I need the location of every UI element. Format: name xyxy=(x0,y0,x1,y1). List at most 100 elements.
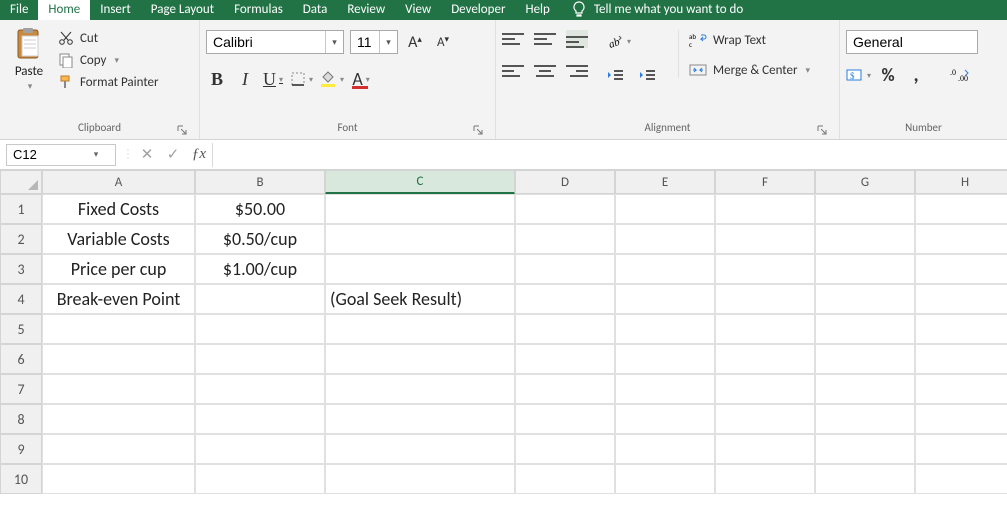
column-header[interactable]: H xyxy=(915,170,1007,194)
cell[interactable]: Variable Costs xyxy=(42,224,195,254)
border-button[interactable]: ▾ xyxy=(290,68,313,90)
cell[interactable]: $50.00 xyxy=(195,194,325,224)
cell[interactable] xyxy=(715,344,815,374)
font-color-button[interactable]: A ▾ xyxy=(350,68,372,90)
cell[interactable] xyxy=(615,254,715,284)
enter-formula-button[interactable]: ✓ xyxy=(160,144,186,166)
row-header[interactable]: 10 xyxy=(0,464,42,494)
cut-button[interactable]: Cut xyxy=(58,30,159,46)
cell[interactable]: $1.00/cup xyxy=(195,254,325,284)
cell[interactable] xyxy=(515,374,615,404)
font-size-combo[interactable]: ▾ xyxy=(350,30,398,54)
cell[interactable] xyxy=(915,464,1007,494)
font-size-input[interactable] xyxy=(351,31,379,53)
cell[interactable] xyxy=(325,464,515,494)
cell[interactable] xyxy=(715,194,815,224)
chevron-down-icon[interactable]: ▾ xyxy=(28,81,33,92)
cell[interactable] xyxy=(325,374,515,404)
cell[interactable] xyxy=(815,404,915,434)
cell[interactable] xyxy=(515,194,615,224)
cell[interactable] xyxy=(515,254,615,284)
bold-button[interactable]: B xyxy=(206,68,228,90)
paste-button[interactable]: Paste ▾ xyxy=(6,24,52,92)
align-middle-button[interactable] xyxy=(534,30,556,48)
cell[interactable] xyxy=(515,344,615,374)
cell[interactable] xyxy=(815,434,915,464)
font-name-input[interactable] xyxy=(207,31,325,53)
tab-page-layout[interactable]: Page Layout xyxy=(141,0,224,20)
column-header[interactable]: E xyxy=(615,170,715,194)
cell[interactable] xyxy=(42,314,195,344)
insert-function-button[interactable]: ƒx xyxy=(186,144,212,166)
dialog-launcher-icon[interactable] xyxy=(471,123,485,137)
cell[interactable] xyxy=(815,314,915,344)
cell[interactable] xyxy=(815,194,915,224)
wrap-text-button[interactable]: abc Wrap Text xyxy=(689,32,810,48)
cell[interactable] xyxy=(195,344,325,374)
align-right-button[interactable] xyxy=(566,62,588,80)
cell[interactable] xyxy=(615,464,715,494)
cell[interactable] xyxy=(915,314,1007,344)
tab-tellme[interactable]: Tell me what you want to do xyxy=(560,0,753,20)
row-header[interactable]: 5 xyxy=(0,314,42,344)
cell[interactable] xyxy=(715,284,815,314)
increase-indent-button[interactable] xyxy=(638,66,660,84)
cell[interactable] xyxy=(325,314,515,344)
cancel-formula-button[interactable]: ✕ xyxy=(134,144,160,166)
cell[interactable] xyxy=(515,284,615,314)
row-header[interactable]: 4 xyxy=(0,284,42,314)
format-painter-button[interactable]: Format Painter xyxy=(58,74,159,90)
cell[interactable] xyxy=(195,404,325,434)
cell[interactable] xyxy=(915,284,1007,314)
chevron-down-icon[interactable]: ▾ xyxy=(87,149,105,160)
copy-button[interactable]: Copy ▾ xyxy=(58,52,159,68)
decrease-indent-button[interactable] xyxy=(606,66,628,84)
cell[interactable]: Fixed Costs xyxy=(42,194,195,224)
font-name-combo[interactable]: ▾ xyxy=(206,30,344,54)
orientation-button[interactable]: ab ▾ xyxy=(606,30,631,52)
name-box-input[interactable] xyxy=(7,147,87,162)
name-box[interactable]: ▾ xyxy=(6,144,116,166)
tab-insert[interactable]: Insert xyxy=(90,0,141,20)
formula-input[interactable] xyxy=(212,143,1007,167)
row-header[interactable]: 3 xyxy=(0,254,42,284)
chevron-down-icon[interactable]: ▾ xyxy=(114,55,119,66)
cell[interactable] xyxy=(615,284,715,314)
cell[interactable] xyxy=(915,404,1007,434)
cell[interactable] xyxy=(915,194,1007,224)
dialog-launcher-icon[interactable] xyxy=(175,123,189,137)
cell[interactable] xyxy=(815,254,915,284)
cell[interactable] xyxy=(42,374,195,404)
tab-data[interactable]: Data xyxy=(293,0,338,20)
number-format-input[interactable] xyxy=(847,31,977,53)
align-bottom-button[interactable] xyxy=(566,30,588,48)
cell[interactable] xyxy=(325,344,515,374)
column-header[interactable]: A xyxy=(42,170,195,194)
cell[interactable] xyxy=(515,464,615,494)
cell[interactable] xyxy=(325,224,515,254)
cell[interactable] xyxy=(715,404,815,434)
cell[interactable] xyxy=(515,434,615,464)
cell[interactable] xyxy=(325,434,515,464)
increase-font-button[interactable]: A▴ xyxy=(404,31,426,53)
cell[interactable] xyxy=(815,224,915,254)
cell[interactable] xyxy=(615,404,715,434)
cell[interactable] xyxy=(615,344,715,374)
cell[interactable] xyxy=(42,434,195,464)
cell[interactable] xyxy=(325,194,515,224)
column-header[interactable]: C xyxy=(325,170,515,194)
cell[interactable] xyxy=(715,314,815,344)
column-header[interactable]: D xyxy=(515,170,615,194)
cell[interactable] xyxy=(325,404,515,434)
row-header[interactable]: 2 xyxy=(0,224,42,254)
row-header[interactable]: 9 xyxy=(0,434,42,464)
underline-button[interactable]: U▾ xyxy=(262,68,284,90)
percent-button[interactable]: % xyxy=(877,64,899,86)
chevron-down-icon[interactable]: ▾ xyxy=(806,65,811,76)
cell[interactable] xyxy=(915,344,1007,374)
select-all-corner[interactable] xyxy=(0,170,42,194)
cell[interactable] xyxy=(715,464,815,494)
merge-center-button[interactable]: Merge & Center ▾ xyxy=(689,62,810,78)
cell[interactable] xyxy=(815,344,915,374)
cell[interactable] xyxy=(715,434,815,464)
